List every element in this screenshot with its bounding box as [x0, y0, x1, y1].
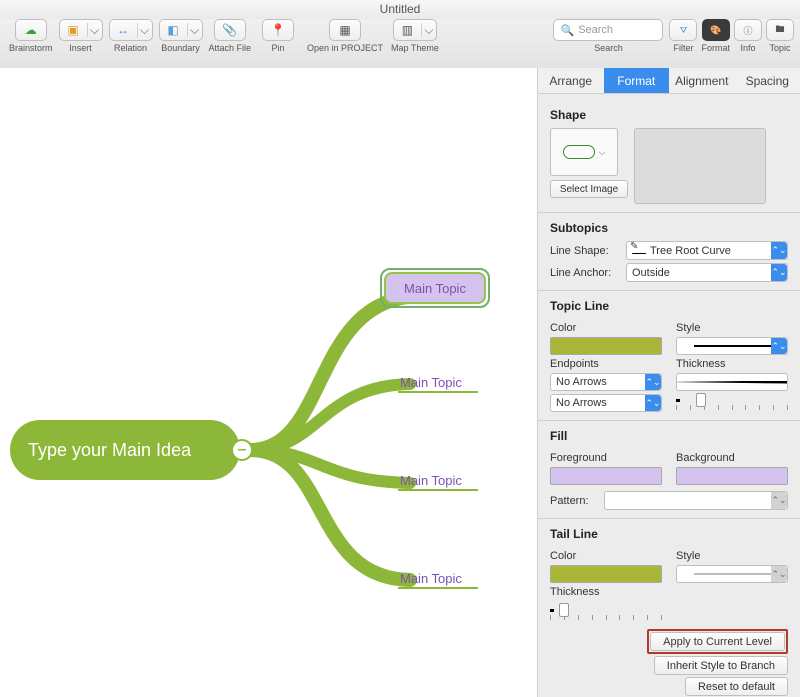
line-anchor-select[interactable]: Outside⌃⌄: [626, 263, 788, 282]
attach-file-button[interactable]: 📎 Attach File: [209, 19, 252, 53]
collapse-button[interactable]: –: [231, 439, 253, 461]
thickness-slider[interactable]: [676, 391, 788, 409]
topicline-style-label: Style: [676, 322, 788, 334]
rounded-rect-icon: [563, 145, 595, 159]
topic-line-section-title: Topic Line: [550, 299, 788, 313]
chevron-down-icon[interactable]: ⌵: [422, 23, 436, 38]
window-title: Untitled: [0, 0, 800, 19]
fill-section-title: Fill: [550, 429, 788, 443]
tab-format[interactable]: Format: [604, 68, 670, 93]
shape-preview: [634, 128, 766, 204]
apply-current-level-button[interactable]: Apply to Current Level: [650, 632, 785, 651]
background-label: Background: [676, 452, 788, 464]
open-in-project-button[interactable]: ▦ Open in PROJECT: [305, 19, 385, 53]
foreground-label: Foreground: [550, 452, 662, 464]
inherit-style-branch-button[interactable]: Inherit Style to Branch: [654, 656, 788, 675]
folder-icon: 🖿: [775, 22, 784, 38]
info-panel-toggle[interactable]: ⓘInfo: [734, 19, 762, 53]
brainstorm-button[interactable]: ☁ Brainstorm: [9, 19, 53, 53]
pin-button[interactable]: 📍 Pin: [257, 19, 299, 53]
main-topic-selected[interactable]: Main Topic: [380, 268, 490, 308]
tail-color-label: Color: [550, 550, 662, 562]
chevron-down-icon: ⌃⌄: [771, 338, 787, 354]
tab-alignment[interactable]: Alignment: [669, 68, 735, 93]
chevron-down-icon: ⌃⌄: [771, 264, 787, 281]
endpoint-start-select[interactable]: No Arrows⌃⌄: [550, 373, 662, 391]
subtopics-section-title: Subtopics: [550, 221, 788, 235]
paperclip-icon: 📎: [222, 23, 237, 37]
tab-arrange[interactable]: Arrange: [538, 68, 604, 93]
endpoints-label: Endpoints: [550, 358, 662, 370]
line-shape-label: Line Shape:: [550, 245, 620, 257]
foreground-swatch[interactable]: [550, 467, 662, 485]
line-anchor-label: Line Anchor:: [550, 267, 620, 279]
format-panel-toggle[interactable]: 🎨Format: [701, 19, 730, 53]
topic-panel-toggle[interactable]: 🖿Topic: [766, 19, 794, 53]
format-panel: Arrange Format Alignment Spacing Shape ⌵…: [537, 68, 800, 697]
select-image-button[interactable]: Select Image: [550, 180, 628, 198]
tail-style-label: Style: [676, 550, 788, 562]
central-topic[interactable]: Type your Main Idea –: [10, 420, 240, 480]
chevron-down-icon: ⌵: [599, 147, 606, 158]
thickness-label: Thickness: [676, 358, 788, 370]
pattern-label: Pattern:: [550, 495, 598, 507]
shape-selector[interactable]: ⌵: [550, 128, 618, 176]
main-topic[interactable]: Main Topic: [400, 375, 462, 390]
tail-line-section-title: Tail Line: [550, 527, 788, 541]
map-theme-icon: ▥: [402, 23, 413, 37]
boundary-button[interactable]: ◧⌵ Boundary: [159, 19, 203, 53]
tail-color-swatch[interactable]: [550, 565, 662, 583]
endpoint-end-select[interactable]: No Arrows⌃⌄: [550, 394, 662, 412]
insert-icon: ▣: [67, 23, 78, 37]
chevron-down-icon[interactable]: ⌵: [138, 23, 152, 38]
thickness-preview: [676, 373, 788, 391]
filter-button[interactable]: ⛛Filter: [669, 19, 697, 53]
shape-section-title: Shape: [550, 108, 788, 122]
chevron-down-icon: ⌃⌄: [771, 566, 787, 582]
line-shape-select[interactable]: Tree Root Curve⌃⌄: [626, 241, 788, 260]
pin-icon: 📍: [271, 23, 286, 37]
relation-button[interactable]: ↔⌵ Relation: [109, 19, 153, 53]
tail-thickness-label: Thickness: [550, 586, 662, 598]
topicline-style-select[interactable]: ⌃⌄: [676, 337, 788, 355]
palette-icon: 🎨: [710, 25, 721, 36]
search-input[interactable]: 🔍 Search: [553, 19, 663, 41]
tail-style-select[interactable]: ⌃⌄: [676, 565, 788, 583]
chevron-down-icon: ⌃⌄: [771, 242, 787, 259]
chevron-down-icon: ⌃⌄: [645, 374, 661, 390]
chevron-down-icon: ⌃⌄: [645, 395, 661, 411]
tab-spacing[interactable]: Spacing: [735, 68, 800, 93]
chevron-down-icon[interactable]: ⌵: [188, 23, 202, 38]
topicline-color-swatch[interactable]: [550, 337, 662, 355]
reset-default-button[interactable]: Reset to default: [685, 677, 788, 696]
apply-level-highlight: Apply to Current Level: [647, 629, 788, 654]
curve-icon: [632, 245, 646, 257]
boundary-icon: ◧: [167, 23, 178, 37]
mindmap-canvas[interactable]: Type your Main Idea – Main Topic Main To…: [0, 68, 537, 697]
search-label: Search: [594, 43, 623, 53]
main-toolbar: ☁ Brainstorm ▣⌵ Insert ↔⌵ Relation ◧⌵ Bo…: [0, 19, 800, 69]
pattern-select[interactable]: ⌃⌄: [604, 491, 788, 510]
topicline-color-label: Color: [550, 322, 662, 334]
search-icon: 🔍: [560, 24, 574, 37]
relation-icon: ↔: [117, 23, 129, 37]
brainstorm-icon: ☁: [25, 23, 37, 37]
tail-thickness-slider[interactable]: [550, 601, 662, 619]
main-topic[interactable]: Main Topic: [400, 473, 462, 488]
info-icon: ⓘ: [743, 24, 752, 37]
insert-button[interactable]: ▣⌵ Insert: [59, 19, 103, 53]
project-icon: ▦: [339, 23, 350, 37]
background-swatch[interactable]: [676, 467, 788, 485]
map-theme-button[interactable]: ▥⌵ Map Theme: [391, 19, 439, 53]
main-topic[interactable]: Main Topic: [400, 571, 462, 586]
chevron-down-icon[interactable]: ⌵: [88, 23, 102, 38]
funnel-icon: ⛛: [680, 25, 688, 36]
chevron-down-icon: ⌃⌄: [771, 492, 787, 509]
